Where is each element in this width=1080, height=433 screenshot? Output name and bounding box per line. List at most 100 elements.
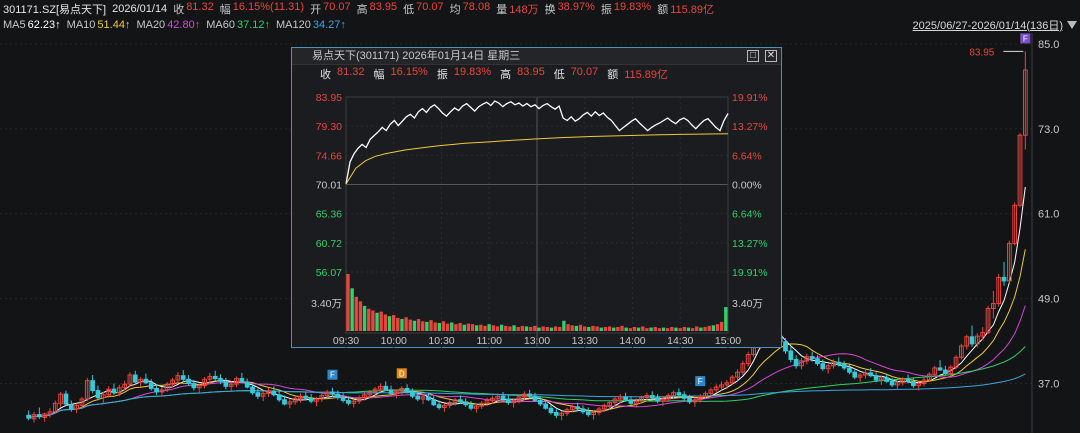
intra-volume-bar [487, 324, 491, 331]
candle [271, 386, 277, 397]
intra-volume-bar [707, 325, 711, 331]
candle-body [191, 382, 197, 389]
candle [559, 411, 565, 421]
candle [852, 368, 858, 380]
candle-body [841, 363, 847, 369]
candle-body [383, 385, 389, 391]
intra-x-tick: 15:00 [715, 335, 741, 347]
intra-x-tick: 10:00 [381, 335, 407, 347]
close-icon[interactable]: ✕ [765, 50, 777, 62]
popup-info-label: 振 [436, 69, 448, 81]
popup-info-value: 115.89亿 [624, 69, 669, 81]
intraday-popup[interactable]: 易点天下(301171) 2026年01月14日 星期三 □ ✕ 收 81.32 幅… [291, 47, 782, 348]
candle [175, 372, 181, 384]
quote-item-label: 低 [403, 3, 415, 16]
intra-volume-bar [607, 326, 612, 331]
candle [964, 334, 970, 350]
candle [351, 399, 357, 408]
candle [969, 325, 975, 347]
candle-body [436, 404, 442, 409]
candle [1022, 51, 1028, 150]
intra-right-tick: 19.91% [732, 267, 768, 279]
candle [783, 338, 788, 354]
intra-volume-bar [582, 326, 587, 331]
candle [180, 370, 186, 383]
candle [932, 365, 938, 377]
quote-item-label: 高 [356, 3, 368, 16]
candle [548, 404, 554, 415]
event-marker-label: D [399, 369, 405, 378]
candle [713, 384, 719, 393]
y-tick-label: 37.0 [1038, 378, 1059, 390]
ma-legend-item: MA120 34.27↑ [276, 19, 346, 31]
intra-x-tick: 14:30 [667, 335, 693, 347]
candle [26, 410, 32, 421]
candle [857, 372, 863, 383]
candle [793, 355, 799, 369]
candle [959, 343, 964, 360]
intra-volume-bar [391, 315, 396, 331]
intra-right-tick: 0.00% [732, 180, 762, 192]
quote-item: 换 38.97% [545, 1, 595, 17]
intra-volume-bar [516, 327, 520, 331]
intra-volume-bar [632, 327, 637, 331]
intra-volume-bar [524, 326, 529, 331]
intra-volume-bar [616, 327, 620, 331]
candle [244, 378, 250, 389]
candle [953, 355, 959, 370]
candle [276, 391, 282, 402]
intra-volume-bar [661, 327, 666, 331]
quote-item: 额 115.89亿 [657, 1, 714, 17]
ma-value: 42.80↑ [167, 18, 201, 31]
candle-body [1001, 276, 1007, 282]
candle-body [26, 414, 32, 419]
candle-body [255, 392, 261, 397]
quote-item-value: 16.15%(11.31) [232, 0, 305, 13]
intra-volume-bar [350, 288, 354, 331]
candle [628, 396, 634, 406]
date-range-selector[interactable]: 2025/06/27-2026/01/14(136日) [913, 17, 1077, 32]
intra-left-tick: 70.01 [316, 180, 342, 192]
candle [463, 398, 469, 407]
quote-item-label: 幅 [219, 3, 231, 16]
intra-volume-bar [578, 324, 583, 331]
candle [676, 388, 682, 397]
intra-volume-bar [358, 301, 363, 331]
candle-body [212, 375, 218, 380]
intra-volume-tick-right: 3.40万 [732, 298, 763, 310]
intra-volume-bar [595, 326, 599, 331]
intra-volume-bar [612, 327, 616, 331]
popup-info-item: 收 81.32 [320, 66, 365, 82]
popup-info-item: 幅 16.15% [374, 66, 428, 82]
candle-body [649, 395, 655, 399]
intra-left-tick: 56.07 [316, 267, 342, 279]
candle-body [793, 358, 799, 367]
intra-volume-bar [541, 326, 545, 331]
intra-volume-bar [425, 321, 429, 331]
candle [442, 403, 447, 412]
candle [260, 391, 266, 402]
candle [863, 370, 868, 379]
intra-volume-bar [512, 325, 516, 331]
intra-volume-bar [624, 327, 628, 331]
candle-body [276, 394, 282, 401]
candle-body [969, 336, 975, 345]
quote-item: 高 83.95 [357, 1, 398, 17]
ma-name: MA20 [136, 18, 166, 31]
minimize-icon[interactable]: □ [747, 50, 759, 62]
candle-body [282, 399, 287, 405]
candle-body [90, 380, 95, 392]
candle [95, 385, 101, 401]
candle [36, 407, 42, 419]
quote-item-value: 115.89亿 [670, 3, 715, 16]
candle [127, 372, 133, 388]
quote-item-value: 19.83% [613, 0, 652, 13]
intraday-chart[interactable]: 83.95 19.91% 79.30 13.27% 74.66 6.64% 70.01 0.0… [292, 82, 781, 348]
intra-volume-bar [649, 327, 653, 331]
intra-volume-bar [437, 323, 441, 331]
candle [681, 391, 687, 401]
popup-info-item: 额 115.89亿 [607, 66, 668, 82]
chevron-down-icon[interactable] [1067, 20, 1077, 29]
quote-item-label: 收 [173, 3, 185, 16]
intra-x-tick: 09:30 [333, 335, 359, 347]
